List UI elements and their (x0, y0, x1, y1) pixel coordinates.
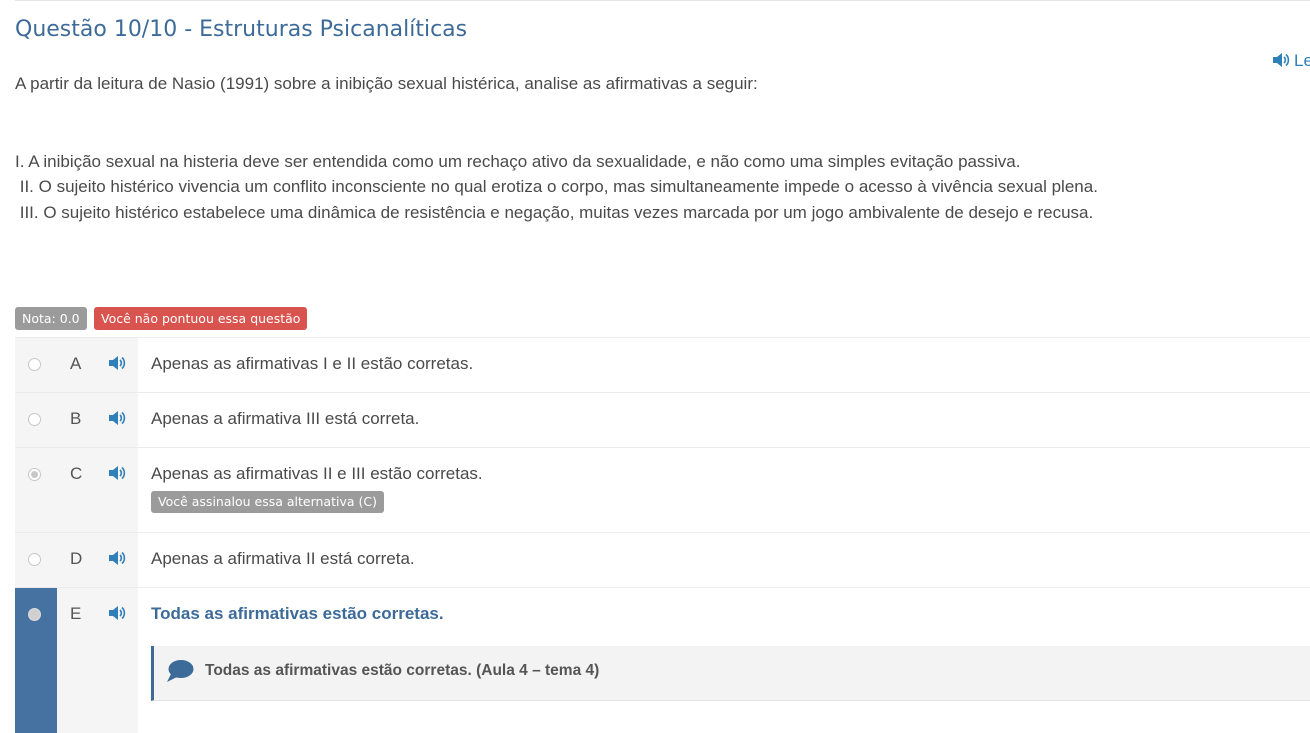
option-e-letter: E (70, 604, 82, 623)
selected-answer-badge: Você assinalou essa alternativa (C) (151, 491, 384, 513)
option-b-text: Apenas a afirmativa III está correta. (151, 409, 420, 428)
option-a-letter: A (70, 354, 82, 373)
statement-1: I. A inibição sexual na histeria deve se… (15, 152, 1021, 171)
option-c-letter: C (70, 464, 83, 483)
answer-feedback: Todas as afirmativas estão corretas. (Au… (151, 646, 1310, 701)
speaker-icon[interactable] (108, 465, 126, 481)
status-badge: Você não pontuou essa questão (94, 307, 308, 330)
option-b-letter: B (70, 409, 82, 428)
option-d-letter: D (70, 549, 83, 568)
top-divider (15, 0, 1310, 1)
option-d-radio[interactable] (28, 553, 41, 566)
option-a-text: Apenas as afirmativas I e II estão corre… (151, 354, 474, 373)
listen-button[interactable]: Le (1272, 51, 1310, 71)
option-b-radio[interactable] (28, 413, 41, 426)
speaker-icon[interactable] (108, 605, 126, 621)
question-title: Questão 10/10 - Estruturas Psicanalítica… (15, 17, 468, 42)
option-d-text: Apenas a afirmativa II está correta. (151, 549, 415, 568)
speaker-icon[interactable] (108, 410, 126, 426)
option-a-radio[interactable] (28, 358, 41, 371)
score-badge: Nota: 0.0 (15, 307, 87, 330)
listen-label: Le (1294, 51, 1310, 70)
option-e-text: Todas as afirmativas estão corretas. (151, 604, 444, 623)
option-a-row[interactable]: A Apenas as afirmativas I e II estão cor… (15, 337, 1310, 393)
speaker-icon (1273, 53, 1290, 67)
option-c-radio[interactable] (28, 468, 41, 481)
comment-icon (167, 660, 194, 682)
option-e-row[interactable]: E Todas as afirmativas estão corretas. T… (15, 587, 1310, 733)
option-c-gutter (15, 448, 138, 533)
speaker-icon[interactable] (108, 355, 126, 371)
option-d-row[interactable]: D Apenas a afirmativa II está correta. (15, 532, 1310, 588)
speaker-icon[interactable] (108, 550, 126, 566)
option-c-row[interactable]: C Apenas as afirmativas II e III estão c… (15, 447, 1310, 533)
option-b-row[interactable]: B Apenas a afirmativa III está correta. (15, 392, 1310, 448)
feedback-text: Todas as afirmativas estão corretas. (Au… (205, 662, 600, 679)
statement-3: III. O sujeito histérico estabelece uma … (19, 203, 1094, 222)
statement-2: II. O sujeito histérico vivencia um conf… (19, 177, 1098, 196)
option-c-text: Apenas as afirmativas II e III estão cor… (151, 464, 483, 483)
question-intro: A partir da leitura de Nasio (1991) sobr… (15, 74, 758, 93)
option-e-radio[interactable] (28, 608, 41, 621)
